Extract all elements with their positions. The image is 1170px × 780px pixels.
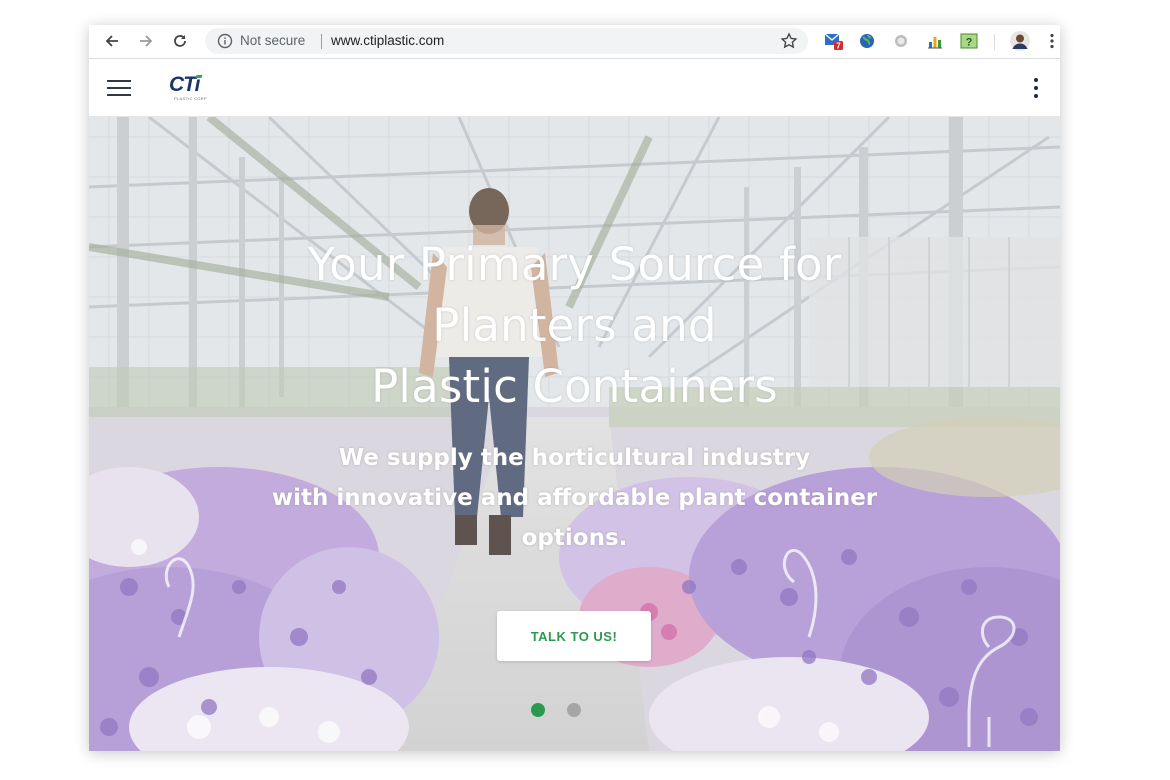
- record-extension-icon[interactable]: [891, 31, 911, 51]
- talk-to-us-button[interactable]: TALK TO US!: [497, 611, 651, 661]
- chart-extension-icon[interactable]: [925, 31, 945, 51]
- back-arrow-icon[interactable]: [102, 31, 122, 51]
- hero-subtitle-line: options.: [521, 525, 628, 551]
- hero-title-line: Plastic Containers: [371, 360, 778, 413]
- star-icon[interactable]: [780, 32, 798, 50]
- reload-icon[interactable]: [170, 31, 190, 51]
- forward-arrow-icon[interactable]: [136, 31, 156, 51]
- carousel-dot-2[interactable]: [567, 703, 581, 717]
- browser-menu-icon[interactable]: [1046, 31, 1058, 51]
- address-separator: [321, 34, 322, 49]
- browser-toolbar: Not secure www.ctiplastic.com 7 ?: [89, 25, 1060, 59]
- hero-title-line: Your Primary Source for: [307, 238, 842, 291]
- hero-banner: Your Primary Source for Planters and Pla…: [89, 117, 1060, 751]
- security-status: Not secure: [240, 33, 306, 48]
- globe-extension-icon[interactable]: [857, 31, 877, 51]
- mail-extension-icon[interactable]: 7: [824, 31, 844, 51]
- url-text[interactable]: www.ctiplastic.com: [331, 33, 444, 48]
- info-icon[interactable]: [217, 33, 233, 49]
- toolbar-divider: [994, 34, 995, 50]
- logo-tagline: PLASTIC CORP: [174, 96, 207, 101]
- help-glyph: ?: [966, 37, 973, 49]
- help-extension-icon[interactable]: ?: [959, 31, 979, 51]
- extension-badge-count: 7: [836, 42, 841, 51]
- logo-accent-mark: [195, 75, 203, 78]
- browser-window: Not secure www.ctiplastic.com 7 ? CTi PL…: [89, 25, 1060, 751]
- profile-avatar[interactable]: [1010, 31, 1030, 51]
- hamburger-menu-icon[interactable]: [107, 80, 131, 96]
- hero-title: Your Primary Source for Planters and Pla…: [209, 234, 940, 417]
- address-bar[interactable]: Not secure www.ctiplastic.com: [205, 28, 808, 54]
- hero-title-line: Planters and: [432, 299, 717, 352]
- kebab-menu-icon[interactable]: [1033, 78, 1039, 98]
- cti-logo[interactable]: CTi PLASTIC CORP: [169, 74, 207, 102]
- hero-subtitle: We supply the horticultural industry wit…: [234, 438, 915, 558]
- site-header: CTi PLASTIC CORP: [89, 59, 1060, 117]
- hero-subtitle-line: with innovative and affordable plant con…: [271, 485, 878, 511]
- hero-subtitle-line: We supply the horticultural industry: [338, 445, 811, 471]
- carousel-dot-1[interactable]: [531, 703, 545, 717]
